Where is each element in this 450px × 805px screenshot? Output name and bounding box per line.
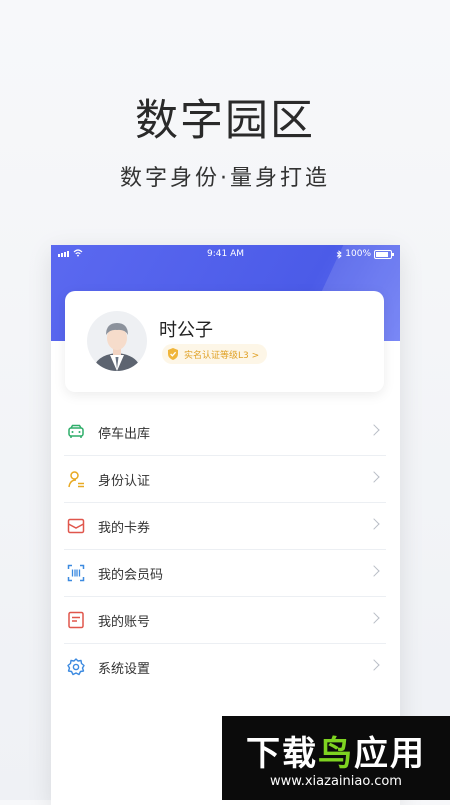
car-icon xyxy=(68,424,84,438)
bluetooth-icon xyxy=(336,249,342,259)
menu-list: 停车出库 身份认证 我的卡券 我的会员码 我的账号 系统设置 xyxy=(64,409,386,690)
menu-item-label: 我的会员码 xyxy=(98,567,164,583)
chevron-right-icon xyxy=(368,565,380,577)
menu-item-my-account[interactable]: 我的账号 xyxy=(64,597,386,644)
menu-item-member-code[interactable]: 我的会员码 xyxy=(64,550,386,597)
watermark-title: 下载鸟应用 xyxy=(222,726,450,775)
menu-item-my-coupons[interactable]: 我的卡券 xyxy=(64,503,386,550)
watermark-url: www.xiazainiao.com xyxy=(270,774,402,789)
menu-item-label: 停车出库 xyxy=(98,426,151,442)
menu-item-label: 我的账号 xyxy=(98,614,151,630)
menu-item-identity-verification[interactable]: 身份认证 xyxy=(64,456,386,503)
account-icon xyxy=(68,611,84,629)
watermark-logo: 下载鸟应用 www.xiazainiao.com xyxy=(222,716,450,800)
certification-level-label: 实名认证等级L3 > xyxy=(184,350,260,361)
avatar[interactable] xyxy=(87,311,147,371)
menu-item-parking-exit[interactable]: 停车出库 xyxy=(64,409,386,456)
watermark-title-part: 鸟 xyxy=(318,734,354,774)
chevron-right-icon xyxy=(368,471,380,483)
avatar-portrait-icon xyxy=(93,323,141,371)
settings-gear-icon xyxy=(67,658,85,676)
promo-subline: 数字身份·量身打造 xyxy=(120,166,330,191)
status-bar: 9:41 AM 100% xyxy=(51,245,400,265)
menu-item-label: 我的卡券 xyxy=(98,520,151,536)
menu-item-system-settings[interactable]: 系统设置 xyxy=(64,644,386,690)
identity-icon xyxy=(68,471,84,488)
coupon-icon xyxy=(67,518,85,534)
promo-headline: 数字园区 xyxy=(135,96,315,146)
certification-level-badge[interactable]: 实名认证等级L3 > xyxy=(162,344,268,364)
watermark-title-part: 下载 xyxy=(246,734,318,774)
user-name: 时公子 xyxy=(159,320,213,341)
watermark-title-part: 应用 xyxy=(354,734,426,774)
shield-check-icon xyxy=(168,348,178,360)
chevron-right-icon xyxy=(368,424,380,436)
qr-code-icon xyxy=(67,564,85,582)
profile-card[interactable]: 时公子 实名认证等级L3 > xyxy=(65,291,384,392)
menu-item-label: 身份认证 xyxy=(98,473,151,489)
menu-item-label: 系统设置 xyxy=(98,661,151,677)
battery-icon xyxy=(374,249,394,259)
chevron-right-icon xyxy=(368,518,380,530)
chevron-right-icon xyxy=(368,659,380,671)
chevron-right-icon xyxy=(368,612,380,624)
battery-percent: 100% xyxy=(345,249,371,259)
